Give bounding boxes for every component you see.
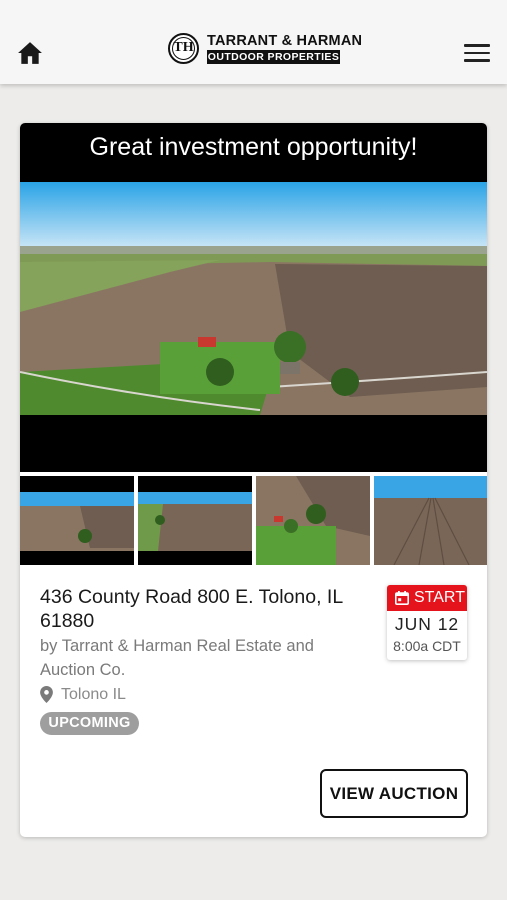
photo-letterbox — [20, 415, 487, 472]
thumbnail-3[interactable] — [256, 476, 370, 565]
home-icon[interactable] — [17, 41, 43, 65]
hamburger-menu-icon[interactable] — [464, 44, 490, 64]
thumbnail-strip — [20, 476, 487, 565]
logo-name: TARRANT & HARMAN — [207, 33, 363, 49]
logo-tagline: OUTDOOR PROPERTIES — [207, 50, 340, 64]
view-auction-button[interactable]: VIEW AUCTION — [320, 769, 468, 818]
map-pin-icon — [40, 686, 53, 703]
start-day: JUN 12 — [394, 614, 460, 634]
thumbnail-4[interactable] — [374, 476, 487, 565]
main-property-photo[interactable] — [20, 182, 487, 415]
brand-logo[interactable]: TH TARRANT & HARMAN OUTDOOR PROPERTIES — [168, 33, 362, 69]
promo-banner: Great investment opportunity! — [20, 123, 487, 182]
logo-seal: TH — [168, 33, 199, 64]
thumbnail-1[interactable] — [20, 476, 134, 565]
thumbnail-2[interactable] — [138, 476, 252, 565]
calendar-icon — [395, 591, 409, 605]
listing-title[interactable]: 436 County Road 800 E. Tolono, IL 61880 — [40, 585, 360, 633]
listing-card: Great investment opportunity! 436 County… — [20, 123, 487, 837]
start-label: START — [414, 589, 465, 606]
listing-company: by Tarrant & Harman Real Estate and Auct… — [40, 637, 314, 679]
start-date-header: START — [387, 585, 467, 611]
start-date-box: START JUN 12 8:00a CDT — [387, 585, 467, 660]
logo-monogram: TH — [173, 40, 194, 55]
app-header: TH TARRANT & HARMAN OUTDOOR PROPERTIES — [0, 0, 507, 84]
status-badge: UPCOMING — [40, 712, 139, 735]
start-time: 8:00a CDT — [393, 638, 461, 654]
location-text: Tolono IL — [61, 686, 126, 703]
